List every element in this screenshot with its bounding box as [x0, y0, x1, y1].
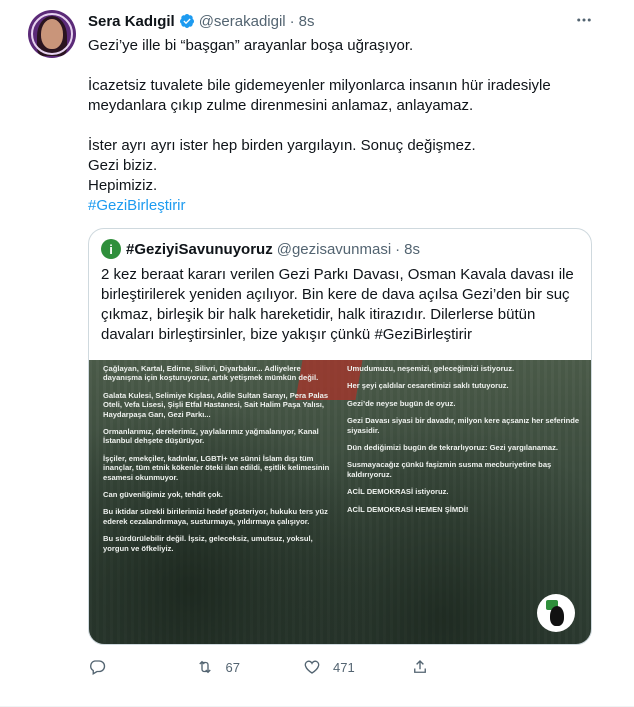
tweet-header: Sera Kadıgil @serakadigil · 8s — [88, 10, 314, 32]
quoted-avatar: i — [101, 239, 121, 259]
image-paragraph: ACİL DEMOKRASİ istiyoruz. — [347, 487, 449, 497]
tweet-line: Gezi biziz. — [88, 157, 158, 174]
image-paragraph: Galata Kulesi, Selimiye Kışlası, Adile S… — [103, 390, 329, 419]
tweet-line: İcazetsiz tuvalete bile gidemeyenler mil… — [88, 77, 551, 114]
reply-button[interactable] — [88, 658, 196, 676]
image-paragraph: Can güvenliğimiz yok, tehdit çok. — [103, 490, 223, 500]
separator: · — [395, 240, 401, 258]
share-icon — [413, 660, 426, 673]
image-paragraph: ACİL DEMOKRASİ HEMEN ŞİMDİ! — [347, 504, 469, 514]
verified-badge-icon — [179, 14, 194, 29]
share-button[interactable] — [411, 658, 519, 676]
image-text-left: Çağlayan, Kartal, Edirne, Silivri, Diyar… — [103, 364, 338, 561]
penguin-logo-icon — [537, 594, 575, 632]
tweet-line: İster ayrı ayrı ister hep birden yargıla… — [88, 137, 476, 154]
tweet-line: Gezi’ye ille bi “başgan” arayanlar boşa … — [88, 37, 414, 54]
image-paragraph: Bu sürdürülebilir değil. İşsiz, geleceks… — [103, 534, 313, 553]
image-paragraph: Ormanlarımız, derelerimiz, yaylalarımız … — [103, 427, 319, 446]
quoted-tweet[interactable]: i #GeziyiSavunuyoruz @gezisavunmasi · 8s… — [88, 228, 592, 645]
tweet-line-blank — [88, 56, 608, 76]
heart-icon — [304, 660, 320, 674]
image-paragraph: Çağlayan, Kartal, Edirne, Silivri, Diyar… — [103, 364, 319, 383]
quoted-tweet-image[interactable]: Çağlayan, Kartal, Edirne, Silivri, Diyar… — [89, 360, 591, 644]
avatar[interactable] — [28, 10, 76, 58]
reply-icon — [90, 660, 106, 675]
quoted-tweet-header: i #GeziyiSavunuyoruz @gezisavunmasi · 8s — [101, 239, 420, 259]
timestamp[interactable]: 8s — [299, 13, 315, 30]
author-handle[interactable]: @serakadigil — [199, 13, 286, 30]
image-paragraph: Bu iktidar sürekli birilerimizi hedef gö… — [103, 507, 328, 526]
image-paragraph: Dün dediğimizi bugün de tekrarlıyoruz: G… — [347, 443, 558, 453]
like-count: 471 — [333, 659, 355, 675]
quoted-timestamp: 8s — [404, 240, 421, 258]
more-horizontal-icon[interactable] — [574, 10, 594, 30]
tweet-actions: 67 471 — [88, 651, 518, 683]
retweet-button[interactable]: 67 — [196, 658, 304, 676]
image-paragraph: Susmayacağız çünkü faşizmin susma mecbur… — [347, 460, 552, 479]
separator: · — [289, 12, 295, 30]
tweet-line-blank — [88, 116, 608, 136]
tweet-text: Gezi’ye ille bi “başgan” arayanlar boşa … — [88, 36, 608, 216]
quoted-author-name: #GeziyiSavunuyoruz — [126, 240, 273, 258]
hashtag-link[interactable]: #GeziBirleştirir — [88, 196, 608, 216]
image-text-right: Umudumuzu, neşemizi, geleceğimizi istiyo… — [347, 364, 582, 522]
image-paragraph: Gezi’de neyse bugün de oyuz. — [347, 398, 456, 408]
retweet-icon — [198, 660, 211, 674]
tweet[interactable]: Sera Kadıgil @serakadigil · 8s Gezi’ye i… — [0, 0, 634, 707]
quoted-tweet-text: 2 kez beraat kararı verilen Gezi Parkı D… — [101, 266, 574, 343]
image-paragraph: Gezi Davası siyasi bir davadır, milyon k… — [347, 416, 580, 435]
image-paragraph: İşçiler, emekçiler, kadınlar, LGBTİ+ ve … — [103, 453, 330, 482]
like-button[interactable]: 471 — [303, 658, 411, 676]
quoted-author-handle: @gezisavunmasi — [276, 240, 392, 258]
retweet-count: 67 — [225, 659, 240, 675]
author-name[interactable]: Sera Kadıgil — [88, 13, 175, 30]
image-paragraph: Her şeyi çaldılar cesaretimizi saklı tut… — [347, 381, 509, 391]
tweet-line: Hepimiziz. — [88, 177, 158, 194]
image-paragraph: Umudumuzu, neşemizi, geleceğimizi istiyo… — [347, 364, 515, 373]
